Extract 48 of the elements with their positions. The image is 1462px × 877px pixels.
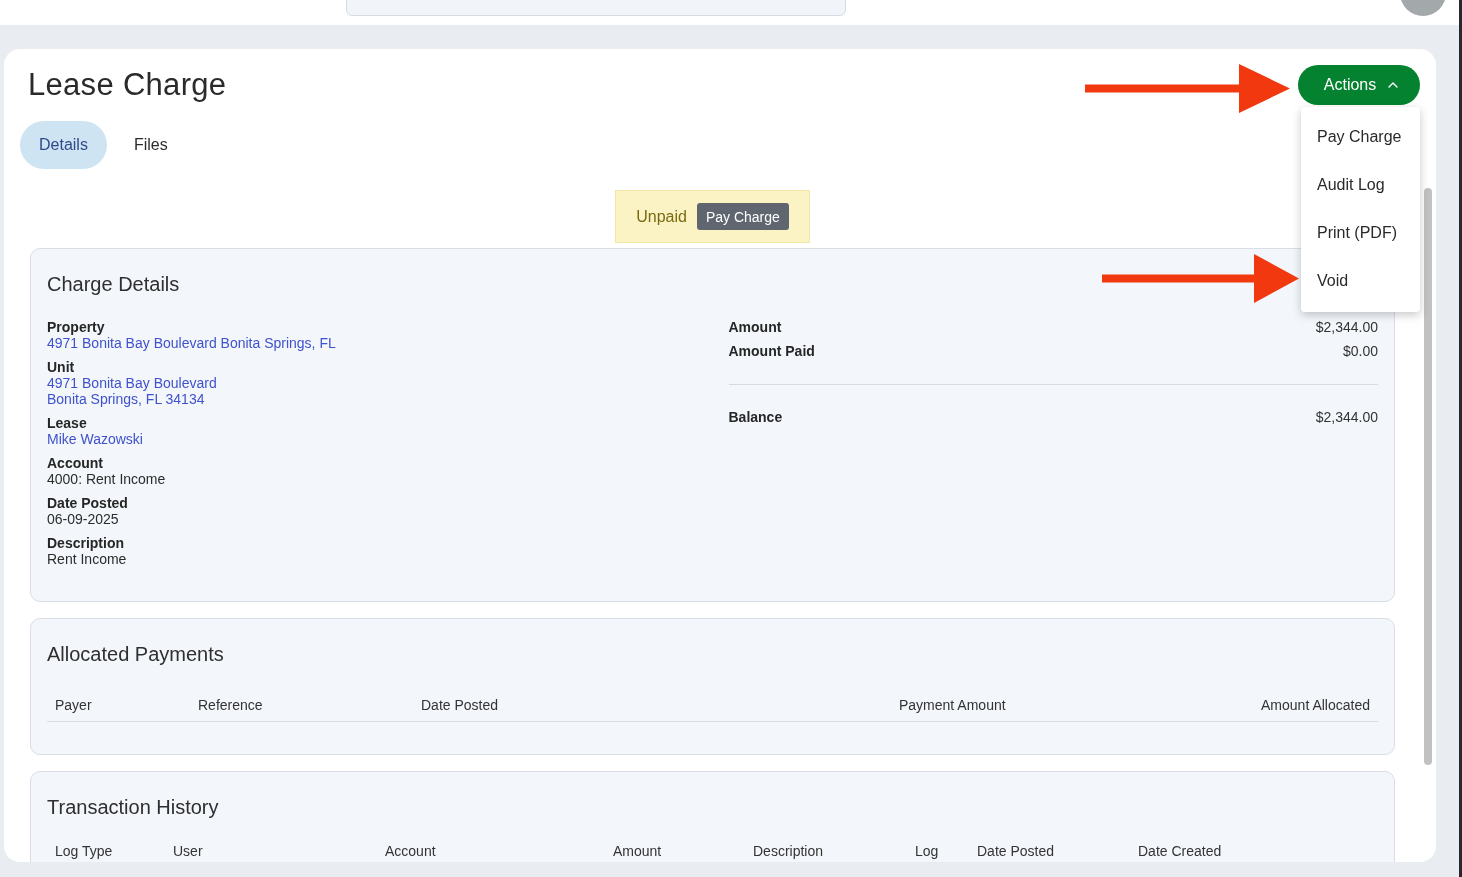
amount-value: $2,344.00 bbox=[1315, 319, 1378, 335]
column-header: Payer bbox=[55, 697, 93, 713]
column-header: Account bbox=[385, 843, 437, 859]
column-header: User bbox=[173, 843, 204, 859]
column-header: Payment Amount bbox=[899, 697, 1007, 713]
pay-charge-button[interactable]: Pay Charge bbox=[696, 203, 789, 230]
field-label: Date Posted bbox=[47, 495, 128, 511]
status-text: Unpaid bbox=[636, 207, 687, 226]
field-value: Rent Income bbox=[47, 551, 127, 567]
page-title: Lease Charge bbox=[28, 66, 227, 104]
field-label: Unit bbox=[47, 359, 75, 375]
caret-icon bbox=[1388, 82, 1399, 88]
menu-item[interactable]: Print (PDF) bbox=[1301, 209, 1420, 257]
tab[interactable]: Details bbox=[20, 121, 107, 169]
column-header: Date Created bbox=[1138, 843, 1223, 859]
panel-title: Charge Details bbox=[47, 272, 180, 296]
tab[interactable]: Files bbox=[114, 121, 187, 169]
column-header: Reference bbox=[198, 697, 264, 713]
column-header: Amount bbox=[613, 843, 663, 859]
menu-item[interactable]: Void bbox=[1301, 257, 1420, 305]
amount-label: Amount Paid bbox=[728, 343, 815, 359]
balance-value: $2,344.00 bbox=[1315, 409, 1378, 425]
column-header: Date Posted bbox=[977, 843, 1056, 859]
column-header: Log Type bbox=[55, 843, 114, 859]
amount-label: Amount bbox=[728, 319, 782, 335]
field-label: Lease bbox=[47, 415, 87, 431]
field-value: 4000: Rent Income bbox=[47, 471, 166, 487]
menu-item[interactable]: Audit Log bbox=[1301, 161, 1420, 209]
field-link[interactable]: Mike Wazowski bbox=[47, 431, 143, 447]
field-label: Description bbox=[47, 535, 124, 551]
arrow-icon bbox=[1085, 64, 1290, 113]
field-label: Account bbox=[47, 455, 103, 471]
balance-label: Balance bbox=[728, 409, 783, 425]
column-header: Date Posted bbox=[421, 697, 500, 713]
column-header: Description bbox=[753, 843, 825, 859]
menu-item[interactable]: Pay Charge bbox=[1301, 113, 1420, 161]
field-link[interactable]: 4971 Bonita Bay Boulevard Bonita Springs, FL bbox=[47, 335, 336, 351]
column-header: Amount Allocated bbox=[1260, 697, 1370, 713]
panel-title: Allocated Payments bbox=[47, 642, 224, 666]
arrow-icon bbox=[1102, 254, 1299, 303]
actions-button[interactable]: Actions bbox=[1298, 65, 1420, 105]
amount-value: $0.00 bbox=[1342, 343, 1378, 359]
scrollbar-thumb[interactable] bbox=[1424, 188, 1432, 765]
field-label: Property bbox=[47, 319, 105, 335]
field-value: 06-09-2025 bbox=[47, 511, 119, 527]
field-link[interactable]: 4971 Bonita Bay Boulevard Bonita Springs, FL 34134 bbox=[47, 375, 217, 407]
column-header: Log bbox=[915, 843, 940, 859]
panel-title: Transaction History bbox=[47, 795, 219, 819]
